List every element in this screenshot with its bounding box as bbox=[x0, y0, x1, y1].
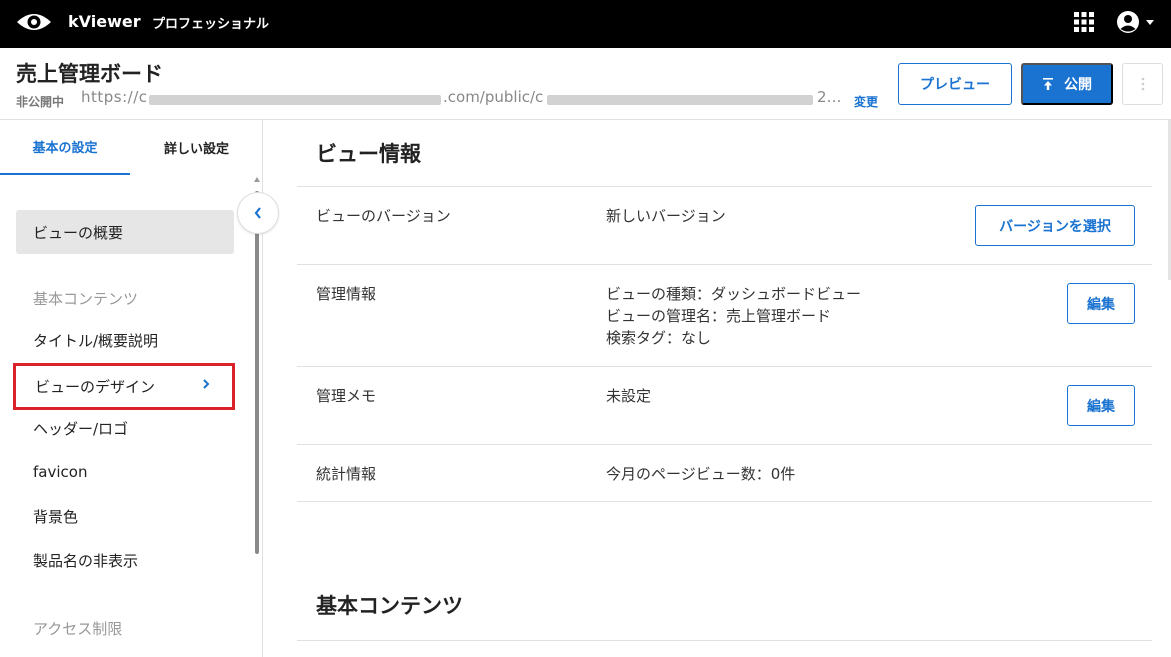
sidebar-item-background-color[interactable]: 背景色 bbox=[16, 494, 234, 538]
row-label: 管理メモ bbox=[316, 387, 377, 405]
row-value-line: 検索タグ：なし bbox=[606, 329, 712, 347]
row-value: ビューの種類：ダッシュボードビュー ビューの管理名：売上管理ボード 検索タグ：な… bbox=[606, 283, 861, 349]
row-label: 統計情報 bbox=[316, 465, 377, 483]
collapse-sidebar-button[interactable] bbox=[237, 192, 279, 234]
row-value: 未設定 bbox=[606, 385, 651, 407]
sidebar-item-label: favicon bbox=[33, 463, 88, 481]
sidebar-item-label: タイトル/概要説明 bbox=[33, 331, 159, 350]
sidebar-section-access-restriction: アクセス制限 bbox=[33, 620, 123, 638]
sidebar-item-label: ビューの概要 bbox=[33, 223, 124, 242]
sidebar-item-header-logo[interactable]: ヘッダー/ロゴ bbox=[16, 406, 234, 450]
url-redacted bbox=[547, 95, 813, 105]
account-menu[interactable] bbox=[1116, 10, 1156, 36]
upload-icon bbox=[1043, 78, 1053, 90]
more-menu-button[interactable] bbox=[1122, 63, 1163, 105]
sidebar-item-label: 背景色 bbox=[33, 507, 79, 526]
row-value-line: ビューの種類：ダッシュボードビュー bbox=[606, 285, 862, 303]
preview-button[interactable]: プレビュー bbox=[898, 63, 1012, 105]
page-header: 売上管理ボード 非公開中 https://c .com/public/c 2… … bbox=[0, 48, 1171, 120]
settings-sidebar: 基本の設定 詳しい設定 ビューの概要 基本コンテンツ タイトル/概要説明 ビュー… bbox=[0, 120, 263, 657]
scroll-up-arrow-icon[interactable] bbox=[254, 177, 260, 182]
main-content: ビュー情報 ビューのバージョン 新しいバージョン バージョンを選択 管理情報 ビ… bbox=[264, 120, 1171, 657]
page-title: 売上管理ボード bbox=[16, 62, 163, 86]
url-prefix: https://c bbox=[81, 88, 148, 106]
sidebar-item-title-description[interactable]: タイトル/概要説明 bbox=[16, 318, 234, 362]
sidebar-item-label: ビューのデザイン bbox=[35, 378, 156, 396]
public-url: https://c .com/public/c 2… bbox=[81, 88, 841, 108]
row-label: ビューのバージョン bbox=[316, 207, 451, 225]
sidebar-item-hide-product-name[interactable]: 製品名の非表示 bbox=[16, 538, 234, 582]
info-row-management: 管理情報 ビューの種類：ダッシュボードビュー ビューの管理名：売上管理ボード 検… bbox=[297, 264, 1152, 366]
info-row-version: ビューのバージョン 新しいバージョン バージョンを選択 bbox=[297, 186, 1152, 264]
row-value-line: 新しいバージョン bbox=[606, 207, 726, 225]
caret-down-icon bbox=[1146, 20, 1154, 25]
tab-basic-settings[interactable]: 基本の設定 bbox=[0, 120, 130, 175]
edition-label: プロフェッショナル bbox=[152, 17, 270, 32]
sidebar-item-label: 製品名の非表示 bbox=[33, 551, 139, 570]
eye-logo-icon[interactable] bbox=[15, 10, 53, 34]
publish-status: 非公開中 bbox=[16, 95, 65, 109]
view-info-table: ビューのバージョン 新しいバージョン バージョンを選択 管理情報 ビューの種類：… bbox=[297, 186, 1152, 502]
apps-grid-icon[interactable] bbox=[1074, 12, 1094, 32]
change-url-link[interactable]: 変更 bbox=[854, 93, 878, 110]
chevron-left-icon bbox=[254, 207, 261, 219]
url-suffix: 2… bbox=[817, 88, 841, 106]
sidebar-item-view-design[interactable]: ビューのデザイン bbox=[13, 363, 235, 410]
tab-advanced-settings[interactable]: 詳しい設定 bbox=[130, 120, 262, 175]
publish-label: 公開 bbox=[1064, 76, 1092, 92]
account-circle-icon bbox=[1117, 11, 1154, 33]
scroll-thumb[interactable] bbox=[255, 191, 259, 554]
url-middle: .com/public/c bbox=[443, 88, 544, 106]
select-version-button[interactable]: バージョンを選択 bbox=[975, 205, 1135, 246]
row-label: 管理情報 bbox=[316, 285, 377, 303]
row-value-line: 未設定 bbox=[606, 387, 652, 405]
sidebar-section-basic-content: 基本コンテンツ bbox=[33, 290, 139, 308]
section-title-basic-content: 基本コンテンツ bbox=[316, 594, 463, 618]
sidebar-item-label: ヘッダー/ロゴ bbox=[33, 419, 129, 438]
section-title-view-info: ビュー情報 bbox=[316, 142, 421, 166]
app-name: kViewer bbox=[68, 12, 141, 31]
info-row-stats: 統計情報 今月のページビュー数：0件 bbox=[297, 444, 1152, 502]
divider bbox=[297, 640, 1152, 641]
top-bar: kViewer プロフェッショナル bbox=[0, 0, 1171, 48]
edit-memo-button[interactable]: 編集 bbox=[1067, 385, 1135, 426]
url-redacted bbox=[149, 95, 441, 105]
row-value-line: ビューの管理名：売上管理ボード bbox=[606, 307, 832, 325]
publish-button[interactable]: 公開 bbox=[1021, 63, 1113, 105]
info-row-memo: 管理メモ 未設定 編集 bbox=[297, 366, 1152, 444]
sidebar-item-overview[interactable]: ビューの概要 bbox=[16, 210, 234, 254]
row-value: 今月のページビュー数：0件 bbox=[606, 463, 795, 485]
chevron-right-icon bbox=[203, 379, 210, 389]
sidebar-item-favicon[interactable]: favicon bbox=[16, 450, 234, 494]
row-value: 新しいバージョン bbox=[606, 205, 726, 227]
row-value-line: 今月のページビュー数：0件 bbox=[606, 465, 796, 483]
edit-management-button[interactable]: 編集 bbox=[1067, 283, 1135, 324]
more-vertical-icon bbox=[1141, 77, 1144, 91]
